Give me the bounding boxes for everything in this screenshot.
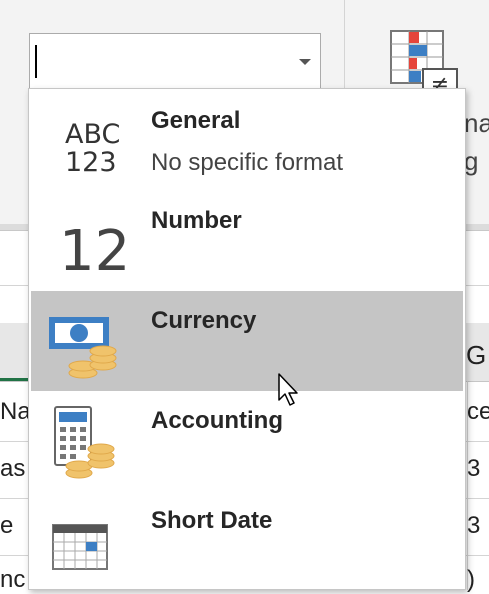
format-item-number[interactable]: 12 Number (31, 191, 463, 291)
format-item-label: Number (151, 207, 242, 234)
column-header-g[interactable]: G (466, 340, 486, 371)
number-format-input[interactable] (33, 37, 292, 88)
format-item-currency[interactable]: Currency (31, 291, 463, 391)
number-format-dropdown: ABC 123 General No specific format 12 Nu… (28, 88, 466, 590)
text-caret (35, 45, 37, 78)
format-item-label: General (151, 107, 241, 134)
number-12-icon: 12 (45, 203, 130, 284)
cell-fragment[interactable]: Na (0, 398, 30, 426)
currency-icon (45, 303, 121, 381)
cell-fragment[interactable]: ce (467, 398, 489, 426)
abc-123-icon: ABC 123 (45, 103, 121, 181)
cell-fragment[interactable]: 3 (467, 455, 489, 483)
format-item-label: Currency (151, 307, 257, 334)
format-item-label: Short Date (151, 507, 273, 534)
format-item-label: Accounting (151, 407, 283, 434)
accounting-icon (45, 403, 121, 481)
number-format-combobox[interactable] (29, 33, 321, 90)
format-item-accounting[interactable]: Accounting (31, 391, 463, 491)
ribbon-label-fragment: na (464, 108, 489, 138)
mouse-pointer-icon (277, 372, 301, 408)
number-icon-text: 12 (59, 219, 131, 284)
selected-column-indicator (0, 378, 30, 381)
ribbon-label-fragment: g (464, 146, 479, 176)
format-item-short-date[interactable]: Short Date (31, 491, 463, 591)
abc-icon-text: ABC (65, 119, 121, 150)
calendar-icon (45, 503, 121, 581)
dropdown-arrow-icon[interactable] (290, 34, 320, 89)
cell-fragment[interactable]: e (0, 512, 30, 540)
cell-fragment[interactable]: 3 (467, 512, 489, 540)
format-item-description: No specific format (151, 149, 344, 176)
format-item-general[interactable]: ABC 123 General No specific format (31, 91, 463, 191)
cell-fragment[interactable]: as (0, 455, 30, 483)
123-icon-text: 123 (65, 147, 117, 178)
